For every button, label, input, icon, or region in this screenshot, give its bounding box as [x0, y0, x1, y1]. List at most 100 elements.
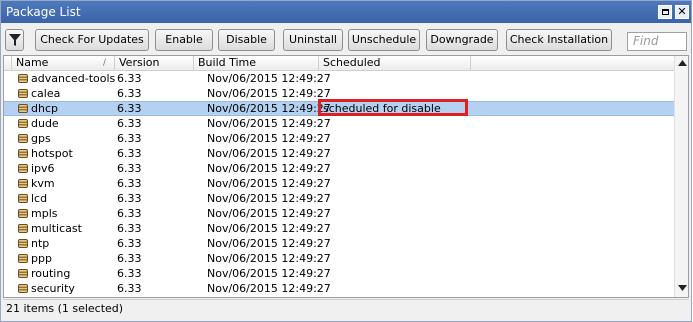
cell-build-time: Nov/06/2015 12:49:27 [207, 147, 331, 160]
package-icon [18, 239, 28, 248]
cell-version: 6.33 [117, 132, 142, 145]
column-header-name[interactable]: Name / [12, 56, 115, 71]
filter-icon [9, 34, 21, 46]
cell-build-time: Nov/06/2015 12:49:27 [207, 207, 331, 220]
disable-button[interactable]: Disable [218, 29, 275, 51]
cell-build-time: Nov/06/2015 12:49:27 [207, 267, 331, 280]
table-row[interactable]: multicast 6.33 Nov/06/2015 12:49:27 [4, 221, 674, 236]
uninstall-button[interactable]: Uninstall [283, 29, 343, 51]
cell-name: security [31, 282, 75, 295]
cell-build-time: Nov/06/2015 12:49:27 [207, 117, 331, 130]
vertical-scrollbar[interactable] [674, 56, 688, 297]
cell-name: dude [31, 117, 59, 130]
cell-version: 6.33 [117, 117, 142, 130]
table-row[interactable]: security 6.33 Nov/06/2015 12:49:27 [4, 281, 674, 296]
item-count-status: 21 items (1 selected) [6, 302, 124, 315]
table-row[interactable]: advanced-tools 6.33 Nov/06/2015 12:49:27 [4, 71, 674, 86]
title-bar[interactable]: Package List ✕ [1, 1, 691, 23]
table-row[interactable]: ppp 6.33 Nov/06/2015 12:49:27 [4, 251, 674, 266]
package-icon [18, 89, 28, 98]
column-header-version[interactable]: Version [115, 56, 194, 71]
table-row[interactable]: dude 6.33 Nov/06/2015 12:49:27 [4, 116, 674, 131]
scroll-up-icon[interactable] [678, 60, 687, 66]
cell-build-time: Nov/06/2015 12:49:27 [207, 282, 331, 295]
table-header: Name / Version Build Time Scheduled [4, 56, 688, 71]
cell-name: hotspot [31, 147, 73, 160]
check-for-updates-button[interactable]: Check For Updates [35, 29, 149, 51]
cell-name: dhcp [31, 102, 58, 115]
check-installation-button[interactable]: Check Installation [506, 29, 612, 51]
package-icon [18, 254, 28, 263]
package-table: Name / Version Build Time Scheduled adva… [3, 55, 689, 298]
cell-build-time: Nov/06/2015 12:49:27 [207, 192, 331, 205]
annotation-highlight [318, 99, 468, 116]
package-icon [18, 134, 28, 143]
cell-version: 6.33 [117, 267, 142, 280]
cell-version: 6.33 [117, 222, 142, 235]
package-icon [18, 149, 28, 158]
cell-version: 6.33 [117, 177, 142, 190]
header-filler [471, 56, 673, 71]
package-icon [18, 164, 28, 173]
package-list-window: Package List ✕ Check For Updates Enable … [0, 0, 692, 322]
cell-name: routing [31, 267, 71, 280]
cell-build-time: Nov/06/2015 12:49:27 [207, 222, 331, 235]
package-icon [18, 104, 28, 113]
find-input[interactable]: Find [627, 32, 687, 51]
cell-build-time: Nov/06/2015 12:49:27 [207, 102, 331, 115]
package-icon [18, 224, 28, 233]
table-row[interactable]: mpls 6.33 Nov/06/2015 12:49:27 [4, 206, 674, 221]
sort-indicator-icon: / [103, 58, 107, 68]
cell-name: mpls [31, 207, 58, 220]
cell-version: 6.33 [117, 192, 142, 205]
table-row[interactable]: kvm 6.33 Nov/06/2015 12:49:27 [4, 176, 674, 191]
header-spacer [4, 56, 12, 71]
package-icon [18, 284, 28, 293]
cell-version: 6.33 [117, 237, 142, 250]
cell-name: gps [31, 132, 51, 145]
package-icon [18, 269, 28, 278]
cell-build-time: Nov/06/2015 12:49:27 [207, 72, 331, 85]
downgrade-button[interactable]: Downgrade [426, 29, 498, 51]
cell-version: 6.33 [117, 87, 142, 100]
table-row[interactable]: hotspot 6.33 Nov/06/2015 12:49:27 [4, 146, 674, 161]
table-row[interactable]: ipv6 6.33 Nov/06/2015 12:49:27 [4, 161, 674, 176]
table-row[interactable]: ntp 6.33 Nov/06/2015 12:49:27 [4, 236, 674, 251]
column-header-scheduled[interactable]: Scheduled [319, 56, 471, 71]
cell-version: 6.33 [117, 207, 142, 220]
cell-version: 6.33 [117, 162, 142, 175]
cell-version: 6.33 [117, 252, 142, 265]
package-icon [18, 179, 28, 188]
table-row[interactable]: routing 6.33 Nov/06/2015 12:49:27 [4, 266, 674, 281]
table-row[interactable]: lcd 6.33 Nov/06/2015 12:49:27 [4, 191, 674, 206]
package-icon [18, 74, 28, 83]
unschedule-button[interactable]: Unschedule [348, 29, 420, 51]
package-icon [18, 194, 28, 203]
window-title: Package List [6, 5, 81, 19]
cell-version: 6.33 [117, 147, 142, 160]
cell-build-time: Nov/06/2015 12:49:27 [207, 237, 331, 250]
scroll-down-icon[interactable] [678, 285, 687, 291]
cell-name: advanced-tools [31, 72, 116, 85]
filter-button[interactable] [5, 29, 24, 51]
cell-build-time: Nov/06/2015 12:49:27 [207, 252, 331, 265]
enable-button[interactable]: Enable [155, 29, 213, 51]
cell-name: multicast [31, 222, 82, 235]
close-icon[interactable]: ✕ [675, 5, 689, 19]
cell-build-time: Nov/06/2015 12:49:27 [207, 177, 331, 190]
package-icon [18, 119, 28, 128]
restore-icon[interactable] [658, 5, 672, 19]
cell-build-time: Nov/06/2015 12:49:27 [207, 162, 331, 175]
cell-name: ppp [31, 252, 52, 265]
toolbar: Check For Updates Enable Disable Uninsta… [1, 23, 691, 55]
cell-name: ntp [31, 237, 50, 250]
table-row[interactable]: gps 6.33 Nov/06/2015 12:49:27 [4, 131, 674, 146]
cell-version: 6.33 [117, 282, 142, 295]
cell-version: 6.33 [117, 102, 142, 115]
cell-build-time: Nov/06/2015 12:49:27 [207, 132, 331, 145]
cell-name: ipv6 [31, 162, 55, 175]
column-header-build-time[interactable]: Build Time [194, 56, 319, 71]
cell-build-time: Nov/06/2015 12:49:27 [207, 87, 331, 100]
cell-version: 6.33 [117, 72, 142, 85]
status-bar: 21 items (1 selected) [3, 299, 689, 319]
